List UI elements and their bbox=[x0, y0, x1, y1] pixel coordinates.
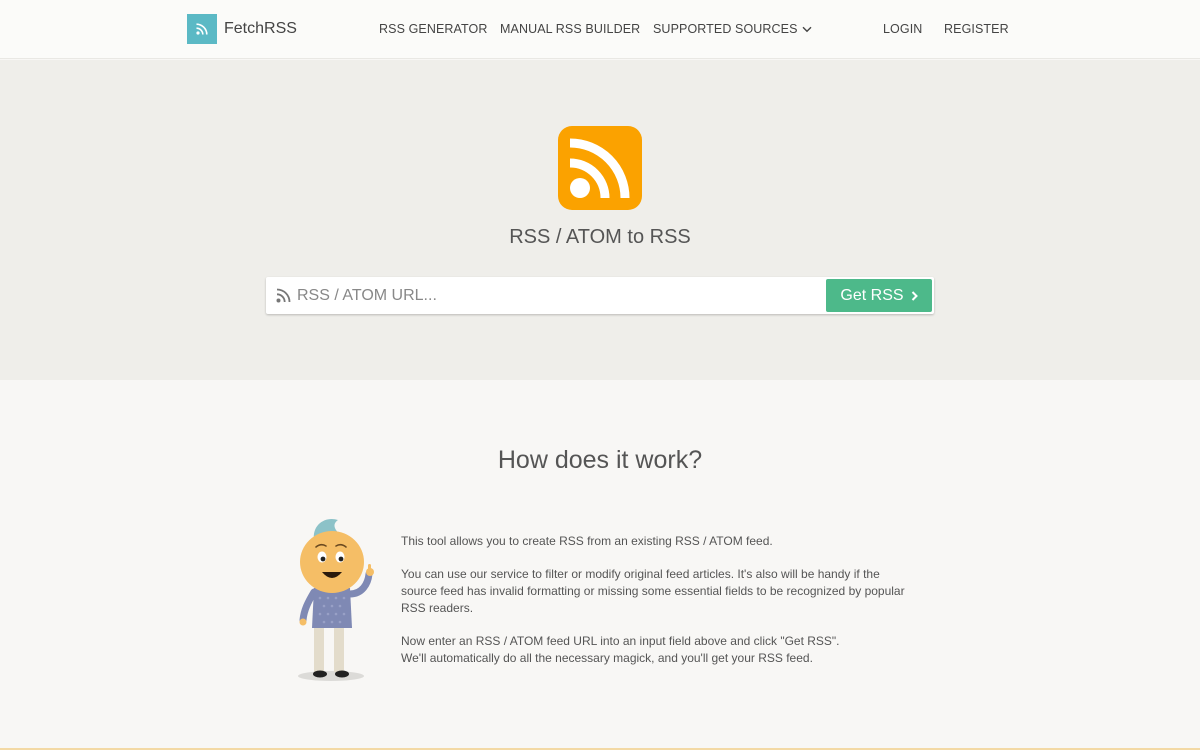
site-header: FetchRSS RSS GENERATOR MANUAL RSS BUILDE… bbox=[0, 0, 1200, 59]
brand-logo[interactable]: FetchRSS bbox=[187, 14, 297, 44]
rss-icon bbox=[558, 126, 642, 210]
description-line: Now enter an RSS / ATOM feed URL into an… bbox=[401, 634, 840, 649]
feed-url-form: Get RSS bbox=[266, 277, 934, 314]
nav-register[interactable]: REGISTER bbox=[944, 22, 1009, 36]
get-rss-button-label: Get RSS bbox=[840, 286, 904, 304]
nav-manual-rss-builder[interactable]: MANUAL RSS BUILDER bbox=[500, 22, 640, 36]
mascot-illustration bbox=[298, 518, 374, 681]
nav-supported-sources-label: SUPPORTED SOURCES bbox=[653, 22, 798, 36]
chevron-right-icon bbox=[911, 290, 918, 301]
description-line: We'll automatically do all the necessary… bbox=[401, 651, 813, 666]
hero-section: RSS / ATOM to RSS Get RSS bbox=[0, 60, 1200, 380]
description-paragraph: You can use our service to filter or mod… bbox=[401, 567, 905, 615]
brand-name: FetchRSS bbox=[224, 20, 297, 37]
nav-rss-generator[interactable]: RSS GENERATOR bbox=[379, 22, 488, 36]
section-title: How does it work? bbox=[497, 446, 703, 474]
nav-supported-sources[interactable]: SUPPORTED SOURCES bbox=[653, 22, 812, 36]
description-paragraph: This tool allows you to create RSS from … bbox=[401, 534, 773, 548]
rss-icon bbox=[276, 288, 291, 303]
get-rss-button[interactable]: Get RSS bbox=[826, 279, 932, 312]
page-title: RSS / ATOM to RSS bbox=[509, 226, 691, 248]
description-paragraph: Now enter an RSS / ATOM feed URL into an… bbox=[401, 633, 911, 667]
feed-url-input[interactable] bbox=[297, 277, 817, 314]
rss-icon bbox=[187, 14, 217, 44]
how-it-works-description: This tool allows you to create RSS from … bbox=[401, 533, 911, 667]
chevron-down-icon bbox=[802, 26, 812, 32]
nav-login[interactable]: LOGIN bbox=[883, 22, 922, 36]
